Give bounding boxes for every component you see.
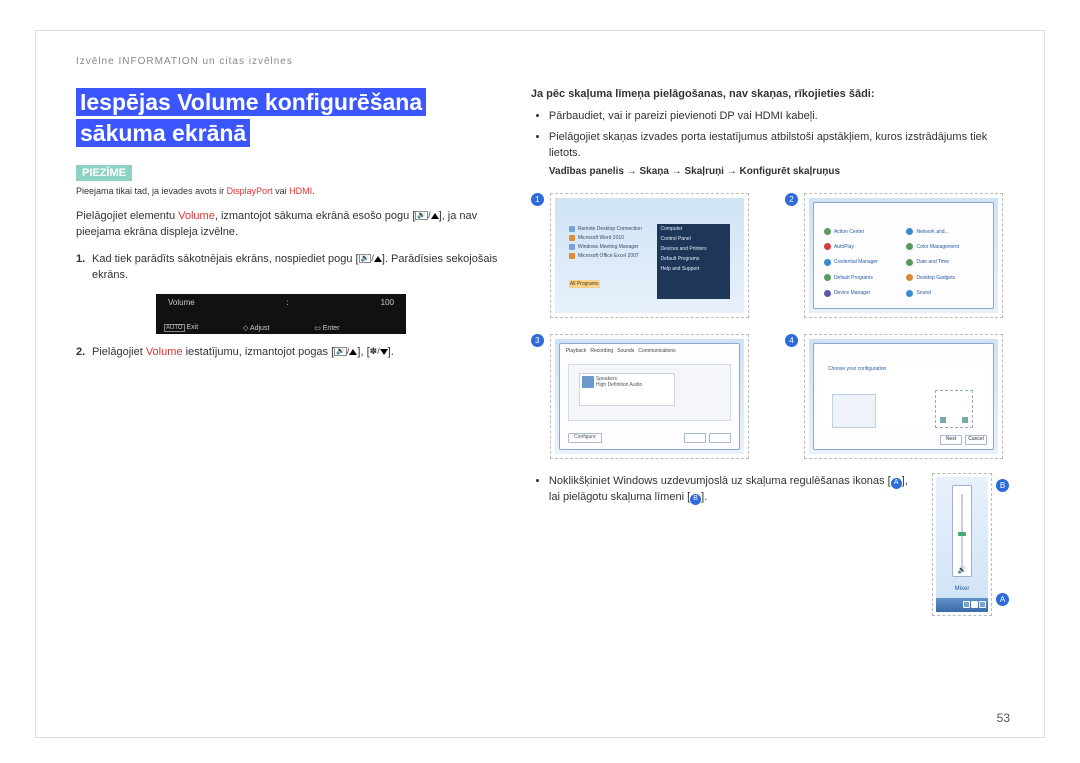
right-column: Ja pēc skaļuma līmeņa pielāgošanas, nav … [531, 87, 1009, 722]
step-1: 1. Kad tiek parādīts sākotnējais ekrāns,… [76, 251, 503, 284]
chapter-header: Izvēlne INFORMATION un citas izvēlnes [76, 56, 1009, 67]
nav-path: Vadības panelis → Skaņa → Skaļruņi → Kon… [549, 166, 1009, 177]
marker-3: 3 [531, 334, 544, 347]
brightness-down-icon: ✽/ [370, 345, 388, 359]
volume-tray-icon [971, 601, 978, 608]
step-2: 2. Pielāgojiet Volume iestatījumu, izman… [76, 344, 503, 361]
bullet-check-cable: Pārbaudiet, vai ir pareizi pievienoti DP… [549, 108, 1009, 125]
marker-a-inline: A [891, 478, 902, 489]
speaker-icon: 🔊 [958, 566, 967, 574]
marker-b-inline: B [690, 494, 701, 505]
bullet-taskbar-volume: Noklikšķiniet Windows uzdevumjoslā uz sk… [549, 473, 914, 506]
marker-b: B [996, 479, 1009, 492]
screenshot-control-panel: Action Center Network and... AutoPlay Co… [804, 193, 1003, 318]
marker-a: A [996, 593, 1009, 606]
note-badge: PIEZĪME [76, 165, 132, 181]
bullet-configure-port: Pielāgojiet skaņas izvades porta iestatī… [549, 129, 1009, 162]
page: Izvēlne INFORMATION un citas izvēlnes Ie… [35, 30, 1045, 738]
body-paragraph: Pielāgojiet elementu Volume, izmantojot … [76, 208, 503, 241]
screenshot-start-menu: Remote Desktop Connection Microsoft Word… [550, 193, 749, 318]
screenshot-speaker-setup: Choose your configuration Next [804, 334, 1003, 459]
screenshot-volume-slider: 🔊 Mixer [932, 473, 992, 616]
note-text: Pieejama tikai tad, ja ievades avots ir … [76, 185, 503, 198]
osd-volume-display: Volume : 100 AUTO Exit ◇ Adjust ▭ Enter [156, 294, 406, 334]
start-icon [938, 598, 952, 612]
volume-up-icon: 🔊/ [359, 252, 382, 266]
troubleshoot-heading: Ja pēc skaļuma līmeņa pielāgošanas, nav … [531, 87, 1009, 102]
volume-up-icon: 🔊/ [415, 209, 438, 223]
screenshot-sound-properties: Playback Recording Sounds Communications… [550, 334, 749, 459]
section-title: Iespējas Volume konfigurēšana sākuma ekr… [76, 87, 503, 149]
left-column: Iespējas Volume konfigurēšana sākuma ekr… [76, 87, 503, 722]
page-number: 53 [997, 711, 1010, 725]
marker-4: 4 [785, 334, 798, 347]
marker-2: 2 [785, 193, 798, 206]
marker-1: 1 [531, 193, 544, 206]
volume-up-icon: 🔊/ [334, 345, 357, 359]
